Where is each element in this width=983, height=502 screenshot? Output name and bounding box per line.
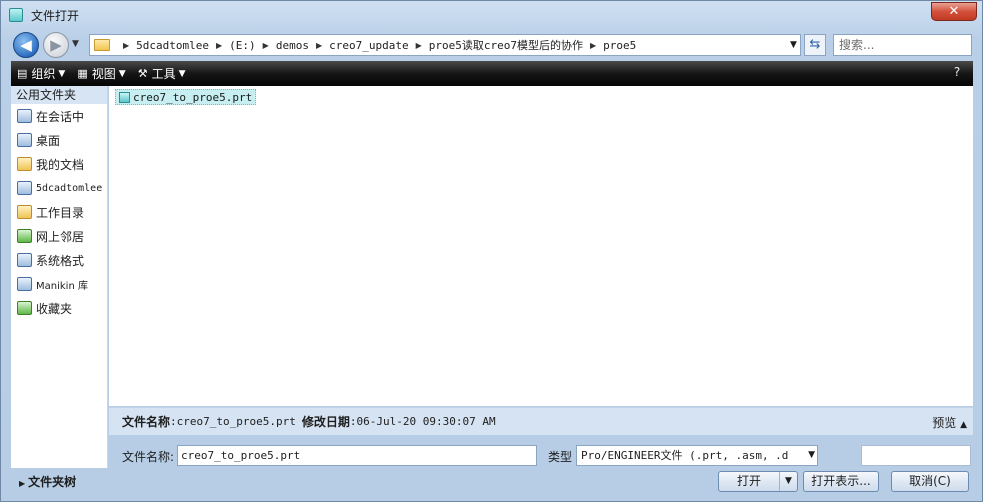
views-menu[interactable]: ▦ 视图 ▼: [77, 65, 125, 82]
chevron-right-icon[interactable]: ▶: [123, 41, 129, 50]
views-icon: ▦: [77, 67, 88, 80]
breadcrumb-item[interactable]: 5dcadtomlee: [136, 39, 209, 52]
filename-input[interactable]: creo7_to_proe5.prt: [177, 445, 537, 466]
sidebar-item-label: 在会话中: [36, 109, 85, 124]
navigation-row: ◀ ▶ ▼ ▶ 5dcadtomlee ▶ (E:) ▶ demos ▶ cre…: [9, 31, 974, 59]
detail-name-label: 文件名称: [122, 415, 171, 429]
breadcrumb-item[interactable]: demos: [276, 39, 309, 52]
organize-icon: ▤: [17, 67, 28, 80]
sidebar-item-label: 5dcadtomlee: [36, 182, 103, 194]
folder-tree-toggle[interactable]: ▶ 文件夹树: [11, 471, 108, 493]
details-bar: 文件名称 :creo7_to_proe5.prt 修改日期 :06-Jul-20…: [109, 407, 973, 435]
organize-label: 组织: [31, 67, 56, 81]
folder-tree-label: 文件夹树: [28, 475, 77, 489]
help-icon[interactable]: ?: [949, 65, 965, 81]
open-button[interactable]: 打开 ▼: [718, 471, 798, 492]
chevron-down-icon: ▼: [808, 450, 815, 460]
breadcrumb-item[interactable]: proe5: [603, 39, 636, 52]
close-button[interactable]: ✕: [931, 2, 977, 21]
forward-button[interactable]: ▶: [43, 32, 69, 58]
open-label: 打开: [736, 474, 761, 488]
file-list[interactable]: creo7_to_proe5.prt: [109, 86, 973, 406]
sidebar: 公用文件夹 在会话中 桌面 我的文档 5dcadtomlee 工作目录 网上邻居…: [11, 86, 108, 468]
chevron-right-icon[interactable]: ▶: [316, 41, 322, 50]
chevron-right-icon[interactable]: ▶: [216, 41, 222, 50]
system-format-icon: [17, 253, 32, 267]
file-open-dialog: 文件打开 ✕ ◀ ▶ ▼ ▶ 5dcadtomlee ▶ (E:) ▶ demo…: [0, 0, 983, 502]
folder-icon: [94, 39, 110, 51]
documents-icon: [17, 157, 32, 171]
file-item[interactable]: creo7_to_proe5.prt: [115, 89, 257, 105]
sidebar-item-label: 网上邻居: [36, 229, 85, 244]
bottom-panel: 文件名称: creo7_to_proe5.prt 类型 Pro/ENGINEER…: [109, 435, 973, 495]
filename-label: 文件名称:: [122, 450, 175, 464]
history-dropdown-icon[interactable]: ▼: [72, 39, 79, 49]
chevron-down-icon: ▼: [58, 68, 66, 79]
window-title: 文件打开: [31, 9, 80, 23]
breadcrumb-item[interactable]: proe5读取creo7模型后的协作: [429, 37, 583, 53]
back-button[interactable]: ◀: [13, 32, 39, 58]
favorites-icon: [17, 301, 32, 315]
sidebar-item-working-dir[interactable]: 工作目录: [11, 200, 107, 224]
file-type-select[interactable]: Pro/ENGINEER文件 (.prt, .asm, .d ▼: [576, 445, 818, 466]
sidebar-item-label: Manikin 库: [36, 280, 88, 292]
sidebar-item-label: 工作目录: [36, 205, 85, 220]
sidebar-item-label: 系统格式: [36, 253, 85, 268]
sidebar-item-desktop[interactable]: 桌面: [11, 128, 107, 152]
toolbar: ▤ 组织 ▼ ▦ 视图 ▼ ⚒ 工具 ▼ ?: [11, 61, 973, 86]
file-type-value: Pro/ENGINEER文件 (.prt, .asm, .d: [581, 449, 789, 462]
sidebar-item-network[interactable]: 网上邻居: [11, 224, 107, 248]
session-icon: [17, 109, 32, 123]
sidebar-item-system-format[interactable]: 系统格式: [11, 248, 107, 272]
sub-type-select[interactable]: [861, 445, 971, 466]
sidebar-item-in-session[interactable]: 在会话中: [11, 104, 107, 128]
sidebar-header: 公用文件夹: [11, 86, 107, 104]
sidebar-item-computer[interactable]: 5dcadtomlee: [11, 176, 107, 200]
sidebar-item-label: 桌面: [36, 133, 61, 148]
views-label: 视图: [91, 67, 116, 81]
title-bar: 文件打开 ✕: [1, 1, 982, 29]
open-dropdown-icon[interactable]: ▼: [779, 472, 797, 491]
organize-menu[interactable]: ▤ 组织 ▼: [17, 65, 65, 82]
network-icon: [17, 229, 32, 243]
preview-toggle[interactable]: 预览 ▲: [932, 414, 967, 431]
preview-label: 预览: [932, 416, 957, 430]
open-representation-button[interactable]: 打开表示...: [803, 471, 879, 492]
address-bar[interactable]: ▶ 5dcadtomlee ▶ (E:) ▶ demos ▶ creo7_upd…: [89, 34, 801, 56]
search-input[interactable]: 搜索...: [833, 34, 972, 56]
sidebar-item-manikin[interactable]: Manikin 库: [11, 272, 107, 296]
breadcrumb-item[interactable]: (E:): [229, 39, 256, 52]
app-icon: [9, 8, 23, 22]
detail-name-value: :creo7_to_proe5.prt: [170, 415, 296, 428]
chevron-up-icon: ▲: [960, 420, 967, 430]
chevron-right-icon[interactable]: ▶: [263, 41, 269, 50]
computer-icon: [17, 181, 32, 195]
chevron-down-icon: ▼: [178, 68, 186, 79]
refresh-icon[interactable]: ⇆: [804, 34, 826, 56]
sidebar-item-label: 收藏夹: [36, 301, 73, 316]
tools-label: 工具: [151, 67, 176, 81]
working-dir-icon: [17, 205, 32, 219]
sidebar-item-label: 我的文档: [36, 157, 85, 172]
tools-icon: ⚒: [137, 67, 148, 80]
address-dropdown-icon[interactable]: ▼: [786, 34, 801, 56]
cancel-button[interactable]: 取消(C): [891, 471, 969, 492]
breadcrumb-item[interactable]: creo7_update: [329, 39, 408, 52]
chevron-right-icon[interactable]: ▶: [590, 41, 596, 50]
chevron-down-icon: ▼: [118, 68, 126, 79]
chevron-right-icon: ▶: [19, 479, 26, 488]
type-label: 类型: [548, 450, 573, 464]
chevron-right-icon[interactable]: ▶: [416, 41, 422, 50]
file-name: creo7_to_proe5.prt: [133, 90, 253, 104]
manikin-library-icon: [17, 277, 32, 291]
detail-date-value: :06-Jul-20 09:30:07 AM: [349, 415, 496, 428]
part-file-icon: [119, 91, 130, 103]
tools-menu[interactable]: ⚒ 工具 ▼: [138, 65, 186, 82]
sidebar-item-favorites[interactable]: 收藏夹: [11, 296, 107, 320]
detail-date-label: 修改日期: [301, 415, 350, 429]
sidebar-item-documents[interactable]: 我的文档: [11, 152, 107, 176]
desktop-icon: [17, 133, 32, 147]
